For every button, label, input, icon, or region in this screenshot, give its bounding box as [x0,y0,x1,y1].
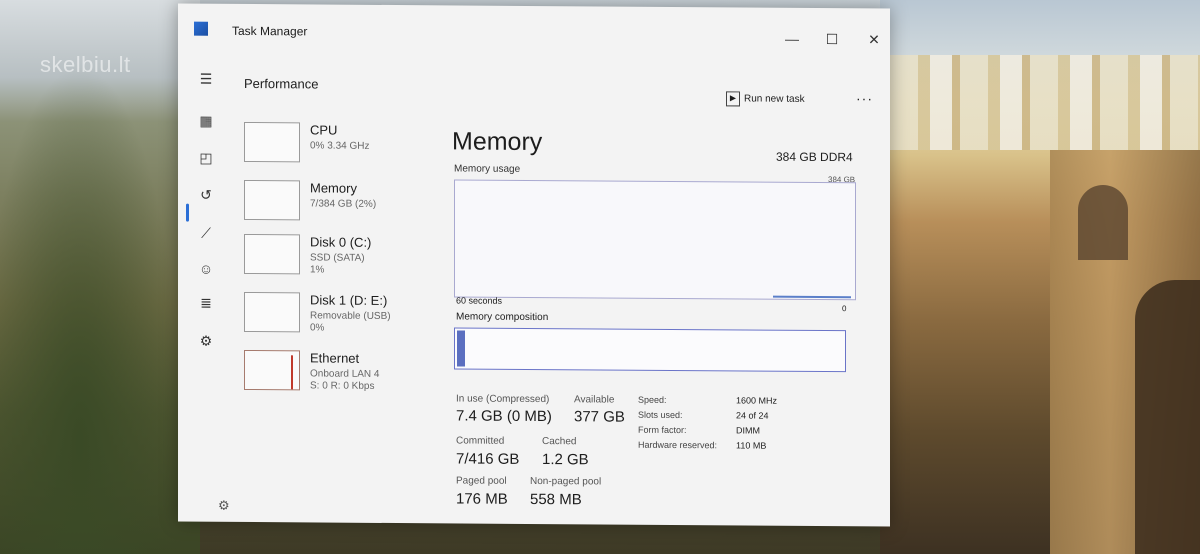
perf-item-detail: Removable (USB) [310,310,391,322]
spec-value: 1600 MHz [736,395,778,406]
ethernet-spike [291,355,293,390]
composition-label: Memory composition [456,311,549,324]
app-history-icon[interactable]: ↺ [197,186,215,204]
window-title: Task Manager [232,23,308,39]
disk1-thumbnail-graph [244,291,300,333]
close-button[interactable]: ✕ [862,31,886,47]
usage-line [773,295,851,299]
wallpaper-arch [1078,185,1128,260]
nav-rail: ☰ ▦ ◰ ↺ ⟋ ☺ ≣ ⚙ [178,62,232,522]
cached-value: 1.2 GB [542,451,589,469]
more-options-button[interactable]: ··· [856,90,873,106]
minimize-button[interactable]: — [780,31,804,47]
in-use-value: 7.4 GB (0 MB) [456,407,552,426]
perf-item-detail: 0% 3.34 GHz [310,140,370,152]
perf-item-usage: 1% [310,264,325,276]
memory-spec: 384 GB DDR4 [776,149,853,165]
paged-pool-label: Paged pool [456,475,507,487]
wallpaper-town [890,55,1200,150]
watermark-logo: skelbiu.lt [40,52,131,77]
desktop-wallpaper-left [0,0,200,554]
graph-time-label: 60 seconds [456,295,503,306]
perf-item-detail: Onboard LAN 4 [310,368,380,380]
nonpaged-pool-value: 558 MB [530,490,582,509]
spec-label: Slots used: [638,409,683,421]
details-icon[interactable]: ≣ [197,294,215,312]
task-manager-window: Task Manager — ☐ ✕ ☰ ▦ ◰ ↺ ⟋ ☺ ≣ ⚙ ⚙ Per… [178,3,890,527]
spec-value: 24 of 24 [736,410,769,421]
perf-item-memory[interactable]: Memory 7/384 GB (2%) [244,179,424,221]
perf-item-disk0[interactable]: Disk 0 (C:) SSD (SATA) 1% [244,233,424,276]
spec-value: 110 MB [736,440,767,451]
settings-icon[interactable]: ⚙ [218,498,230,514]
memory-thumbnail-graph [244,179,300,221]
title-bar[interactable]: Task Manager — ☐ ✕ [178,4,890,67]
run-new-task-button[interactable]: Run new task [744,93,805,104]
perf-item-name: Ethernet [310,350,360,366]
perf-item-name: CPU [310,122,338,138]
performance-icon[interactable]: ◰ [197,149,215,167]
perf-item-detail: SSD (SATA) [310,252,365,264]
in-use-label: In use (Compressed) [456,393,550,406]
available-label: Available [574,394,615,406]
committed-value: 7/416 GB [456,450,520,468]
startup-icon[interactable]: ⟋ [197,224,215,242]
wallpaper-arch [1135,280,1200,554]
spec-label: Speed: [638,394,667,405]
paged-pool-value: 176 MB [456,490,508,508]
perf-item-usage: S: 0 R: 0 Kbps [310,380,375,392]
perf-item-name: Disk 0 (C:) [310,234,372,250]
detail-title: Memory [452,127,543,157]
perf-item-name: Disk 1 (D: E:) [310,292,388,308]
perf-item-detail: 7/384 GB (2%) [310,198,377,210]
spec-label: Form factor: [638,424,687,436]
spec-value: DIMM [736,425,760,436]
perf-item-cpu[interactable]: CPU 0% 3.34 GHz [244,121,424,163]
nav-active-indicator [186,203,189,222]
perf-item-usage: 0% [310,322,325,334]
services-icon[interactable]: ⚙ [197,332,215,350]
disk0-thumbnail-graph [244,233,300,275]
spec-label: Hardware reserved: [638,439,718,451]
maximize-button[interactable]: ☐ [820,31,844,47]
composition-in-use-fill [457,330,465,367]
cpu-thumbnail-graph [244,121,300,163]
available-value: 377 GB [574,408,625,426]
memory-composition-bar [454,327,846,373]
perf-item-disk1[interactable]: Disk 1 (D: E:) Removable (USB) 0% [244,291,424,334]
usage-label: Memory usage [454,163,521,175]
run-task-icon[interactable]: ▶ [726,91,740,107]
cached-label: Cached [542,436,577,448]
committed-label: Committed [456,435,505,447]
graph-zero-label: 0 [842,304,847,314]
processes-icon[interactable]: ▦ [197,112,215,130]
perf-item-ethernet[interactable]: Ethernet Onboard LAN 4 S: 0 R: 0 Kbps [244,349,424,392]
memory-usage-graph [454,179,856,301]
users-icon[interactable]: ☺ [197,260,215,278]
hamburger-icon[interactable]: ☰ [197,70,215,88]
perf-item-name: Memory [310,180,357,196]
task-manager-app-icon [194,21,208,36]
nonpaged-pool-label: Non-paged pool [530,475,602,488]
page-title: Performance [244,75,319,92]
ethernet-thumbnail-graph [244,349,300,391]
